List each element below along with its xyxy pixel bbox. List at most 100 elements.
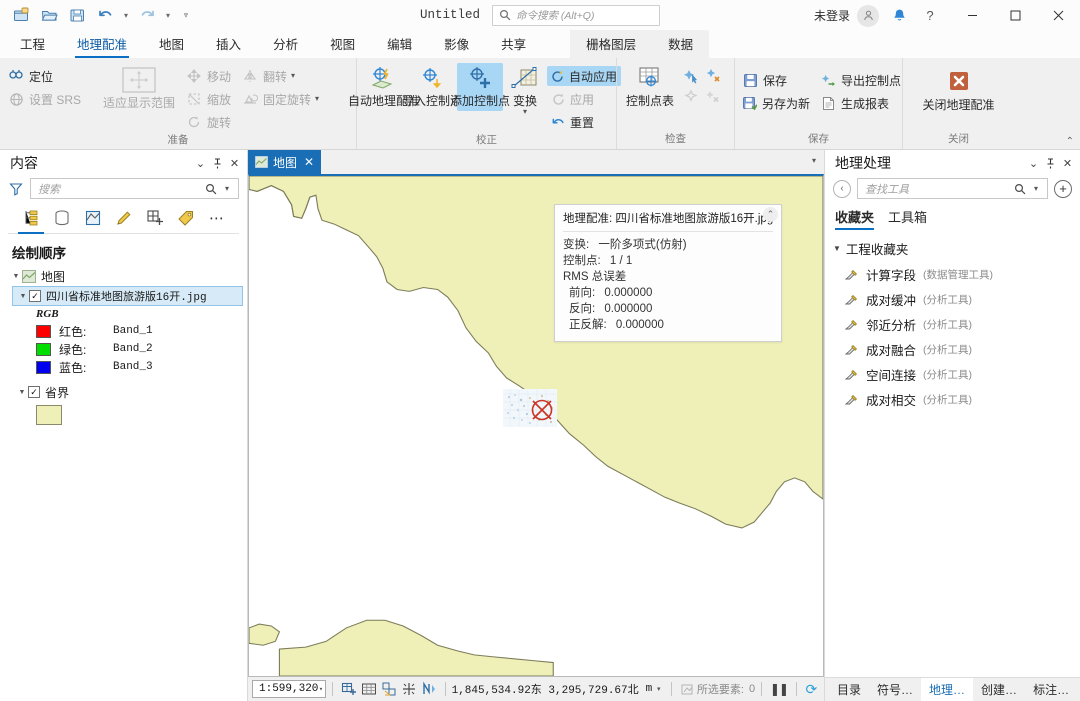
- transformation-button[interactable]: 变换 ▾: [505, 63, 545, 117]
- ribbon-tab-insert[interactable]: 插入: [200, 30, 257, 58]
- close-georeference-button[interactable]: 关闭地理配准: [917, 67, 1001, 115]
- tool-item-pairwise-intersect[interactable]: 成对相交 (分析工具): [825, 387, 1080, 412]
- collapse-ribbon-icon[interactable]: ⌃: [1066, 136, 1074, 147]
- flip-dropdown-icon[interactable]: ▾: [291, 72, 295, 80]
- save-as-new-button[interactable]: 另存为新: [739, 93, 815, 113]
- generate-report-button[interactable]: 生成报表: [817, 93, 906, 113]
- view-tab-map[interactable]: 地图 ✕: [248, 150, 322, 174]
- blue-band-swatch[interactable]: [36, 360, 51, 374]
- ribbon-tab-view[interactable]: 视图: [314, 30, 371, 58]
- notifications-icon[interactable]: [887, 4, 911, 28]
- tool-item-pairwise-dissolve[interactable]: 成对融合 (分析工具): [825, 337, 1080, 362]
- map-scale-selector[interactable]: 1:599,320 ▾: [252, 680, 327, 698]
- pause-drawing-icon[interactable]: ❚❚: [770, 680, 789, 698]
- tab-favorites[interactable]: 收藏夹: [835, 207, 875, 230]
- point-edit-icon[interactable]: [681, 86, 701, 106]
- tool-search-input[interactable]: 查找工具 ▾: [857, 178, 1048, 199]
- transformation-dropdown-icon[interactable]: ▾: [523, 107, 527, 115]
- ribbon-tab-share[interactable]: 共享: [485, 30, 542, 58]
- ribbon-tab-edit[interactable]: 编辑: [371, 30, 428, 58]
- list-by-editing-icon[interactable]: [113, 207, 135, 229]
- list-by-drawing-order-icon[interactable]: [18, 207, 44, 234]
- add-tool-icon[interactable]: +: [1054, 179, 1072, 198]
- expand-raster-icon[interactable]: ▼: [17, 293, 29, 300]
- rotate-button[interactable]: 旋转: [182, 112, 236, 132]
- command-search-input[interactable]: 命令搜索 (Alt+Q): [492, 4, 661, 26]
- tree-node-raster-layer[interactable]: ▼ ✓ 四川省标准地图旅游版16开.jpg: [12, 286, 243, 306]
- refresh-icon[interactable]: ⟳: [805, 680, 818, 698]
- help-icon[interactable]: ?: [917, 4, 943, 28]
- auto-georeference-button[interactable]: 自动地理配准: [348, 63, 420, 111]
- search-options-chevron-down-icon[interactable]: ▾: [219, 181, 235, 197]
- view-tabs-chevron-down-icon[interactable]: ▾: [812, 156, 816, 165]
- user-account-icon[interactable]: [857, 4, 879, 27]
- grid-icon[interactable]: [361, 680, 377, 698]
- tool-item-pairwise-buffer[interactable]: 成对缓冲 (分析工具): [825, 287, 1080, 312]
- locate-button[interactable]: 定位: [4, 66, 96, 86]
- pane-menu-icon[interactable]: ⌄: [192, 155, 209, 172]
- flip-button[interactable]: 翻转 ▾: [238, 66, 324, 86]
- tool-search-chevron-down-icon[interactable]: ▾: [1028, 181, 1044, 197]
- point-delete-icon[interactable]: [703, 65, 723, 85]
- ribbon-tab-imagery[interactable]: 影像: [428, 30, 485, 58]
- red-band-swatch[interactable]: [36, 324, 51, 338]
- close-pane-icon[interactable]: ✕: [226, 155, 243, 172]
- search-icon[interactable]: [1012, 181, 1028, 197]
- add-control-points-button[interactable]: 添加控制点: [450, 63, 510, 111]
- save-project-icon[interactable]: [64, 3, 90, 27]
- vector-layer-checkbox[interactable]: ✓: [28, 386, 40, 398]
- tool-item-calculate-field[interactable]: 计算字段 (数据管理工具): [825, 262, 1080, 287]
- point-select-icon[interactable]: [681, 65, 701, 85]
- open-project-icon[interactable]: [36, 3, 62, 27]
- control-point-marker[interactable]: [527, 395, 557, 425]
- list-by-selection-icon[interactable]: [82, 207, 104, 229]
- dock-tab-create-features[interactable]: 创建…: [973, 678, 1025, 701]
- contents-search-input[interactable]: 搜索 ▾: [30, 178, 239, 199]
- ribbon-tab-analysis[interactable]: 分析: [257, 30, 314, 58]
- pin-icon[interactable]: [209, 155, 226, 172]
- save-button[interactable]: 保存: [739, 70, 815, 90]
- dock-tab-catalog[interactable]: 目录: [829, 678, 869, 701]
- close-pane-icon[interactable]: ✕: [1059, 155, 1076, 172]
- customize-qat-icon[interactable]: ⩔: [176, 3, 196, 27]
- raster-thumbnail[interactable]: [503, 389, 557, 427]
- ribbon-tab-project[interactable]: 工程: [4, 30, 61, 58]
- point-remove-icon[interactable]: [703, 86, 723, 106]
- undo-dropdown-icon[interactable]: ▾: [120, 3, 132, 27]
- map-scale-chevron-down-icon[interactable]: ▾: [319, 685, 323, 694]
- move-button[interactable]: 移动: [182, 66, 236, 86]
- close-view-tab-icon[interactable]: ✕: [304, 155, 314, 169]
- set-srs-button[interactable]: 设置 SRS: [4, 89, 96, 109]
- expand-favorites-icon[interactable]: ▼: [833, 244, 841, 253]
- tree-node-vector-layer[interactable]: ▼ ✓ 省界: [12, 382, 247, 402]
- map-canvas[interactable]: 起点(源) ⌃ 地理配准: 四川省标准地图旅游版16开.jpg 变换: 一阶多项…: [248, 174, 824, 677]
- bookmark-icon[interactable]: [341, 680, 357, 698]
- new-project-icon[interactable]: [8, 3, 34, 27]
- project-favorites-section[interactable]: ▼ 工程收藏夹: [825, 230, 1080, 262]
- tool-item-spatial-join[interactable]: 空间连接 (分析工具): [825, 362, 1080, 387]
- green-band-swatch[interactable]: [36, 342, 51, 356]
- control-point-table-button[interactable]: 控制点表: [621, 63, 679, 111]
- raster-layer-checkbox[interactable]: ✓: [29, 290, 41, 302]
- list-by-data-source-icon[interactable]: [51, 207, 73, 229]
- pin-icon[interactable]: [1042, 155, 1059, 172]
- minimize-button[interactable]: [951, 0, 994, 31]
- dock-tab-symbology[interactable]: 符号…: [869, 678, 921, 701]
- apply-button[interactable]: 应用: [547, 89, 621, 109]
- fixed-rotate-button[interactable]: 固定旋转 ▾: [238, 89, 324, 109]
- reset-button[interactable]: 重置: [547, 112, 621, 132]
- crosshair-icon[interactable]: [401, 680, 417, 698]
- units-chevron-down-icon[interactable]: ▾: [654, 680, 663, 698]
- dock-tab-labeling[interactable]: 标注…: [1025, 678, 1077, 701]
- undo-icon[interactable]: [92, 3, 118, 27]
- fixed-rotate-dropdown-icon[interactable]: ▾: [315, 95, 319, 103]
- measure-icon[interactable]: [381, 680, 397, 698]
- ribbon-tab-raster-layer[interactable]: 栅格图层: [570, 30, 653, 58]
- redo-icon[interactable]: [134, 3, 160, 27]
- import-control-points-button[interactable]: 导入控制点: [402, 63, 462, 111]
- list-by-snapping-icon[interactable]: [144, 207, 166, 229]
- ribbon-tab-data[interactable]: 数据: [652, 30, 709, 58]
- list-by-labeling-icon[interactable]: [175, 207, 197, 229]
- ribbon-tab-map[interactable]: 地图: [143, 30, 200, 58]
- back-icon[interactable]: ‹: [833, 179, 851, 198]
